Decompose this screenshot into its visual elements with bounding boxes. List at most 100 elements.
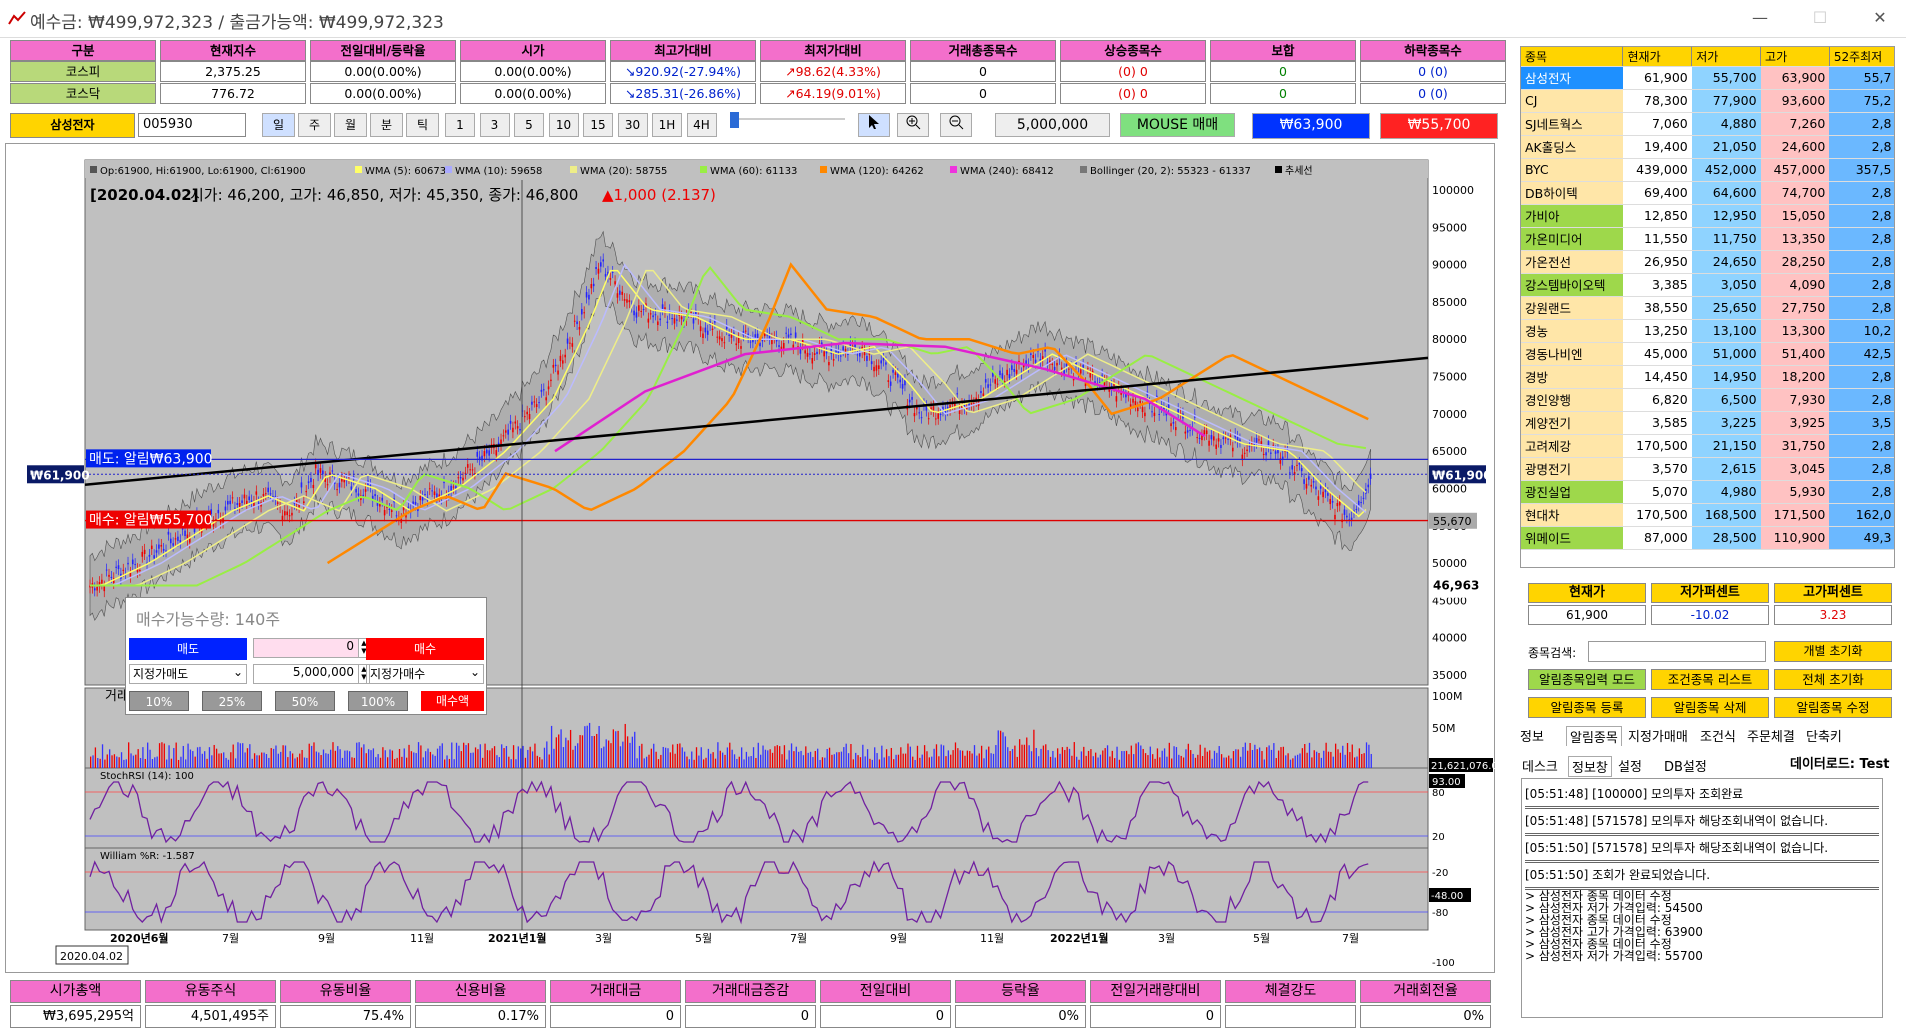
percent-button[interactable]: 10% xyxy=(129,691,189,711)
order-amount-input[interactable]: 5,000,000 xyxy=(253,664,359,684)
volume-bar xyxy=(907,743,909,768)
table-row[interactable]: 고려제강 170,500 21,150 31,750 2,8 xyxy=(1521,434,1894,458)
bottom-header: 유동비율 xyxy=(280,980,411,1003)
candle xyxy=(514,421,517,424)
volume-bar xyxy=(650,748,653,768)
percent-button[interactable]: 100% xyxy=(348,691,408,711)
candle xyxy=(1208,440,1210,446)
tab-sub[interactable]: 데스크 xyxy=(1522,756,1558,775)
percent-button[interactable]: 25% xyxy=(202,691,262,711)
table-row[interactable]: CJ 78,300 77,900 93,600 75,2 xyxy=(1521,89,1894,113)
volume-bar xyxy=(543,747,546,768)
candle xyxy=(381,497,384,501)
candle xyxy=(1189,429,1191,431)
qty-input[interactable]: 0 xyxy=(253,638,359,658)
volume-bar xyxy=(798,751,800,768)
volume-bar xyxy=(548,754,550,768)
candle xyxy=(1205,430,1208,434)
table-row[interactable]: 광명전기 3,570 2,615 3,045 2,8 xyxy=(1521,457,1894,481)
bottom-value: 4,501,495주 xyxy=(145,1005,276,1028)
table-row[interactable]: 현대차 170,500 168,500 171,500 162,0 xyxy=(1521,503,1894,527)
tab-main[interactable]: 정보 xyxy=(1520,726,1544,745)
candle xyxy=(619,290,621,295)
volume-bar xyxy=(731,749,733,768)
volume-bar xyxy=(139,757,142,768)
candle xyxy=(956,393,959,395)
tab-sub[interactable]: DB설정 xyxy=(1664,756,1707,775)
volume-bar xyxy=(299,753,301,768)
table-row[interactable]: 경동나비엔 45,000 51,000 51,400 42,5 xyxy=(1521,342,1894,366)
volume-bar xyxy=(700,747,702,768)
buy-type-select[interactable]: 지정가매수 ⌄ xyxy=(366,664,484,684)
reset-all-button[interactable]: 전체 초기화 xyxy=(1774,669,1892,690)
alert-edit-button[interactable]: 알림종목 수정 xyxy=(1774,697,1892,718)
alert-input-button[interactable]: 알림종목입력 모드 xyxy=(1528,669,1646,690)
candle xyxy=(1174,427,1177,431)
tab-sub[interactable]: 설정 xyxy=(1618,756,1642,775)
volume-bar xyxy=(505,746,508,768)
tab-main[interactable]: 지정가매매 xyxy=(1628,726,1688,745)
volume-bar xyxy=(1054,757,1056,768)
tab-main[interactable]: 주문체결 xyxy=(1747,726,1795,745)
table-row[interactable]: 가온전선 26,950 24,650 28,250 2,8 xyxy=(1521,250,1894,274)
candle xyxy=(609,278,612,280)
volume-bar xyxy=(850,744,852,768)
percent-button[interactable]: 50% xyxy=(275,691,335,711)
candle xyxy=(476,451,479,457)
stock-cell: 61,900 xyxy=(1622,66,1692,90)
volume-bar xyxy=(1277,750,1280,768)
table-row[interactable]: 광진실업 5,070 4,980 5,930 2,8 xyxy=(1521,480,1894,504)
table-row[interactable]: SJ네트웍스 7,060 4,880 7,260 2,8 xyxy=(1521,112,1894,136)
alert-reg-button[interactable]: 알림종목 등록 xyxy=(1528,697,1646,718)
table-row[interactable]: 경인양행 6,820 6,500 7,930 2,8 xyxy=(1521,388,1894,412)
candle xyxy=(744,330,747,332)
buy-amount-button[interactable]: 매수액 xyxy=(421,691,484,711)
tab-main[interactable]: 알림종목 xyxy=(1566,726,1622,746)
volume-bar xyxy=(315,751,318,768)
stock-table-header: 현재가 xyxy=(1622,47,1693,67)
stock-cell: 7,060 xyxy=(1622,112,1692,136)
table-row[interactable]: BYC 439,000 452,000 457,000 357,5 xyxy=(1521,158,1894,182)
table-row[interactable]: 경방 14,450 14,950 18,200 2,8 xyxy=(1521,365,1894,389)
volume-bar xyxy=(147,742,149,768)
table-row[interactable]: 가비아 12,850 12,950 15,050 2,8 xyxy=(1521,204,1894,228)
table-row[interactable]: 위메이드 87,000 28,500 110,900 49,3 xyxy=(1521,526,1894,550)
table-row[interactable]: 강원랜드 38,550 25,650 27,750 2,8 xyxy=(1521,296,1894,320)
volume-bar xyxy=(1026,737,1028,768)
candle xyxy=(117,565,120,570)
stock-cell: 357,5 xyxy=(1829,158,1894,182)
candle xyxy=(231,497,234,499)
stoch-tag-text: 93.00 xyxy=(1432,777,1461,788)
cond-list-button[interactable]: 조건종목 리스트 xyxy=(1651,669,1769,690)
summary-value: 61,900 xyxy=(1528,605,1646,625)
candle xyxy=(1327,493,1329,496)
volume-bar xyxy=(1344,754,1346,768)
table-row[interactable]: 삼성전자 61,900 55,700 63,900 55,7 xyxy=(1521,66,1894,90)
alert-del-button[interactable]: 알림종목 삭제 xyxy=(1651,697,1769,718)
candle xyxy=(538,402,540,404)
volume-bar xyxy=(774,746,776,768)
volume-bar xyxy=(173,748,175,768)
table-row[interactable]: AK홀딩스 19,400 21,050 24,600 2,8 xyxy=(1521,135,1894,159)
tab-sub[interactable]: 정보창 xyxy=(1568,756,1612,777)
sell-mode-button[interactable]: 매도 xyxy=(129,638,247,660)
table-row[interactable]: 가온미디어 11,550 11,750 13,350 2,8 xyxy=(1521,227,1894,251)
reset-one-button[interactable]: 개별 초기화 xyxy=(1774,641,1892,662)
volume-bar xyxy=(1114,758,1116,768)
table-row[interactable]: 경농 13,250 13,100 13,300 10,2 xyxy=(1521,319,1894,343)
table-row[interactable]: 계양전기 3,585 3,225 3,925 3,5 xyxy=(1521,411,1894,435)
table-row[interactable]: 강스템바이오텍 3,385 3,050 4,090 2,8 xyxy=(1521,273,1894,297)
table-row[interactable]: DB하이텍 69,400 64,600 74,700 2,8 xyxy=(1521,181,1894,205)
candle xyxy=(806,352,809,357)
buy-mode-button[interactable]: 매수 xyxy=(366,638,484,660)
y-tick-label: 70000 xyxy=(1432,408,1467,421)
candle xyxy=(1222,437,1225,440)
tab-main[interactable]: 단축키 xyxy=(1806,726,1842,745)
candle xyxy=(737,337,740,344)
stock-search-input[interactable] xyxy=(1588,641,1766,662)
volume-bar xyxy=(351,757,353,768)
tab-main[interactable]: 조건식 xyxy=(1700,726,1736,745)
volume-bar xyxy=(477,749,479,768)
volume-bar xyxy=(1154,758,1156,768)
sell-type-select[interactable]: 지정가매도 ⌄ xyxy=(129,664,247,684)
